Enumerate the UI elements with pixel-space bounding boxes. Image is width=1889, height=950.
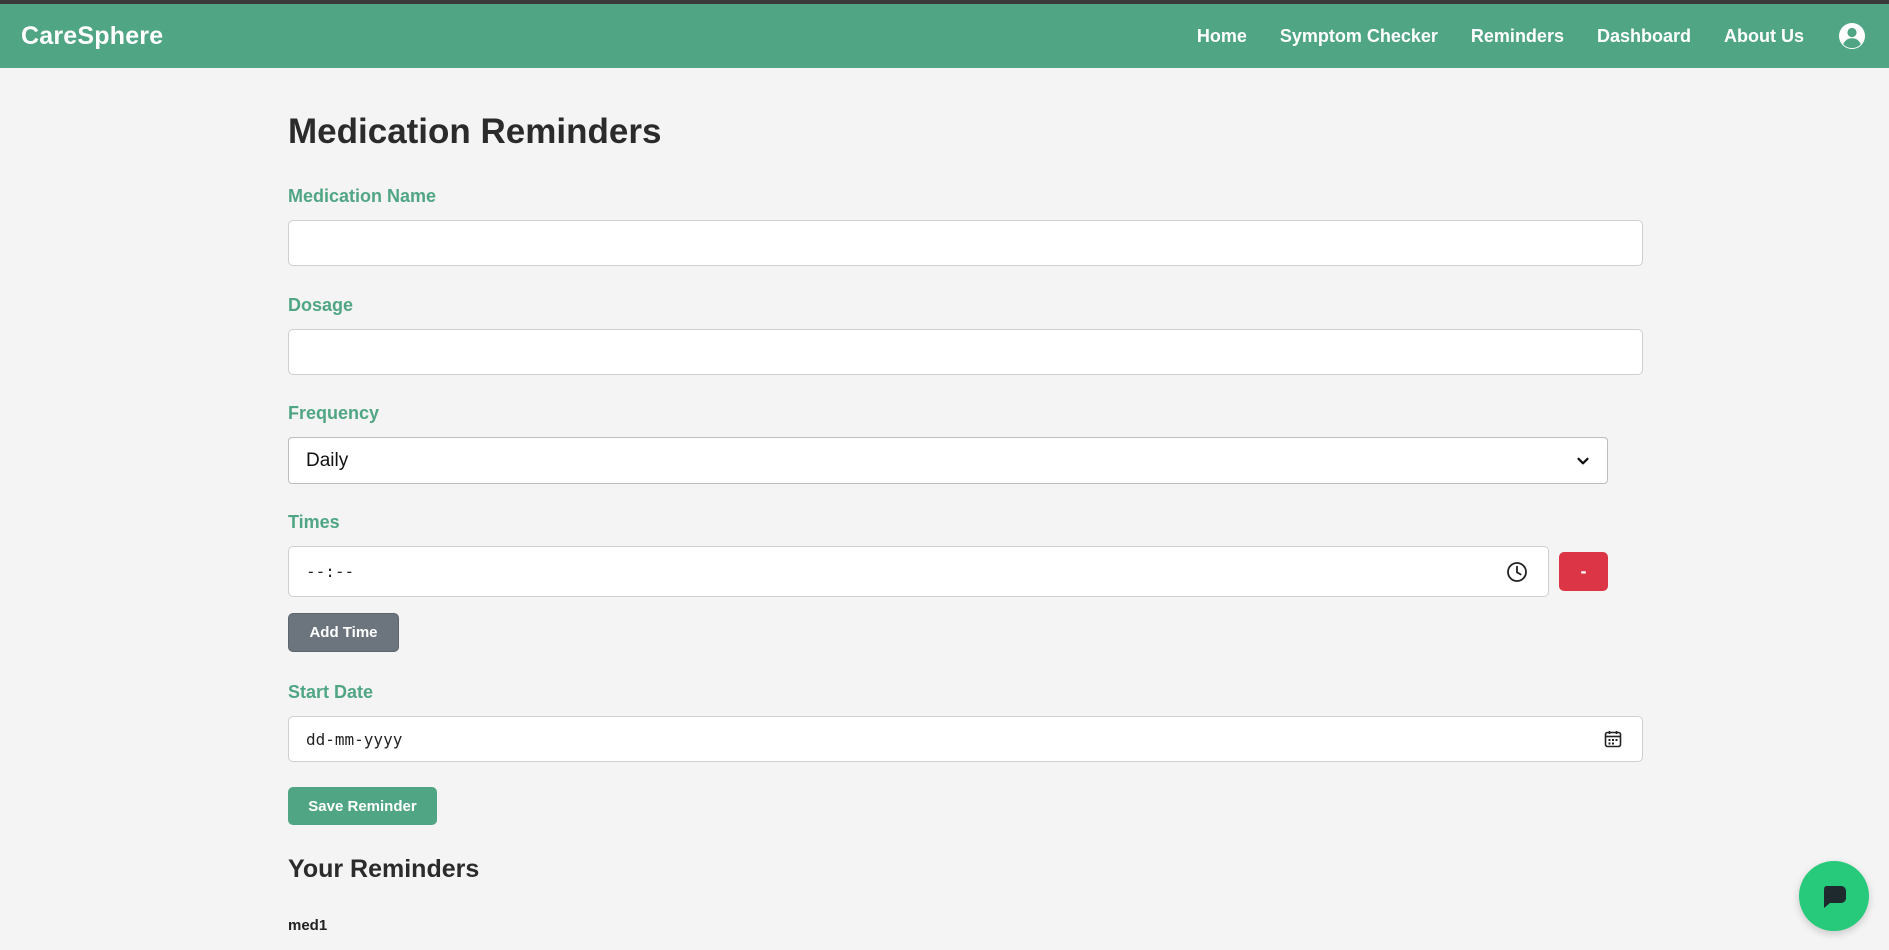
medication-name-input[interactable] bbox=[288, 220, 1643, 266]
user-circle-icon[interactable] bbox=[1837, 21, 1867, 51]
save-reminder-button[interactable]: Save Reminder bbox=[288, 787, 437, 825]
times-label: Times bbox=[288, 512, 340, 532]
nav-reminders[interactable]: Reminders bbox=[1471, 26, 1564, 47]
clock-icon[interactable] bbox=[1506, 561, 1528, 583]
brand-logo[interactable]: CareSphere bbox=[21, 22, 163, 51]
nav-dashboard[interactable]: Dashboard bbox=[1597, 26, 1691, 47]
medication-name-label: Medication Name bbox=[288, 186, 437, 206]
nav-about-us[interactable]: About Us bbox=[1724, 26, 1804, 47]
nav-symptom-checker[interactable]: Symptom Checker bbox=[1280, 26, 1438, 47]
dosage-label: Dosage bbox=[288, 295, 354, 315]
start-date-label: Start Date bbox=[288, 682, 374, 702]
navbar: CareSphere Home Symptom Checker Reminder… bbox=[0, 4, 1889, 68]
dosage-input[interactable] bbox=[288, 329, 1643, 375]
remove-time-button[interactable]: - bbox=[1559, 552, 1608, 591]
start-date-value: dd-mm-yyyy bbox=[306, 729, 403, 749]
frequency-label: Frequency bbox=[288, 403, 380, 423]
your-reminders-title: Your Reminders bbox=[288, 855, 480, 883]
start-date-input[interactable]: dd-mm-yyyy bbox=[288, 716, 1643, 762]
frequency-select[interactable]: Daily bbox=[288, 437, 1608, 484]
reminder-item: med1 bbox=[288, 917, 328, 934]
chat-button[interactable] bbox=[1799, 861, 1869, 931]
chevron-down-icon bbox=[1577, 457, 1589, 464]
add-time-button[interactable]: Add Time bbox=[288, 613, 399, 652]
nav-home[interactable]: Home bbox=[1197, 26, 1247, 47]
time-input-value: --:-- bbox=[306, 562, 355, 581]
chat-bubble-icon bbox=[1824, 886, 1846, 908]
nav-links: Home Symptom Checker Reminders Dashboard… bbox=[1197, 21, 1867, 51]
time-input[interactable]: --:-- bbox=[288, 546, 1549, 597]
page-title: Medication Reminders bbox=[288, 112, 662, 151]
frequency-selected-value: Daily bbox=[306, 449, 349, 471]
calendar-icon[interactable] bbox=[1604, 730, 1622, 748]
